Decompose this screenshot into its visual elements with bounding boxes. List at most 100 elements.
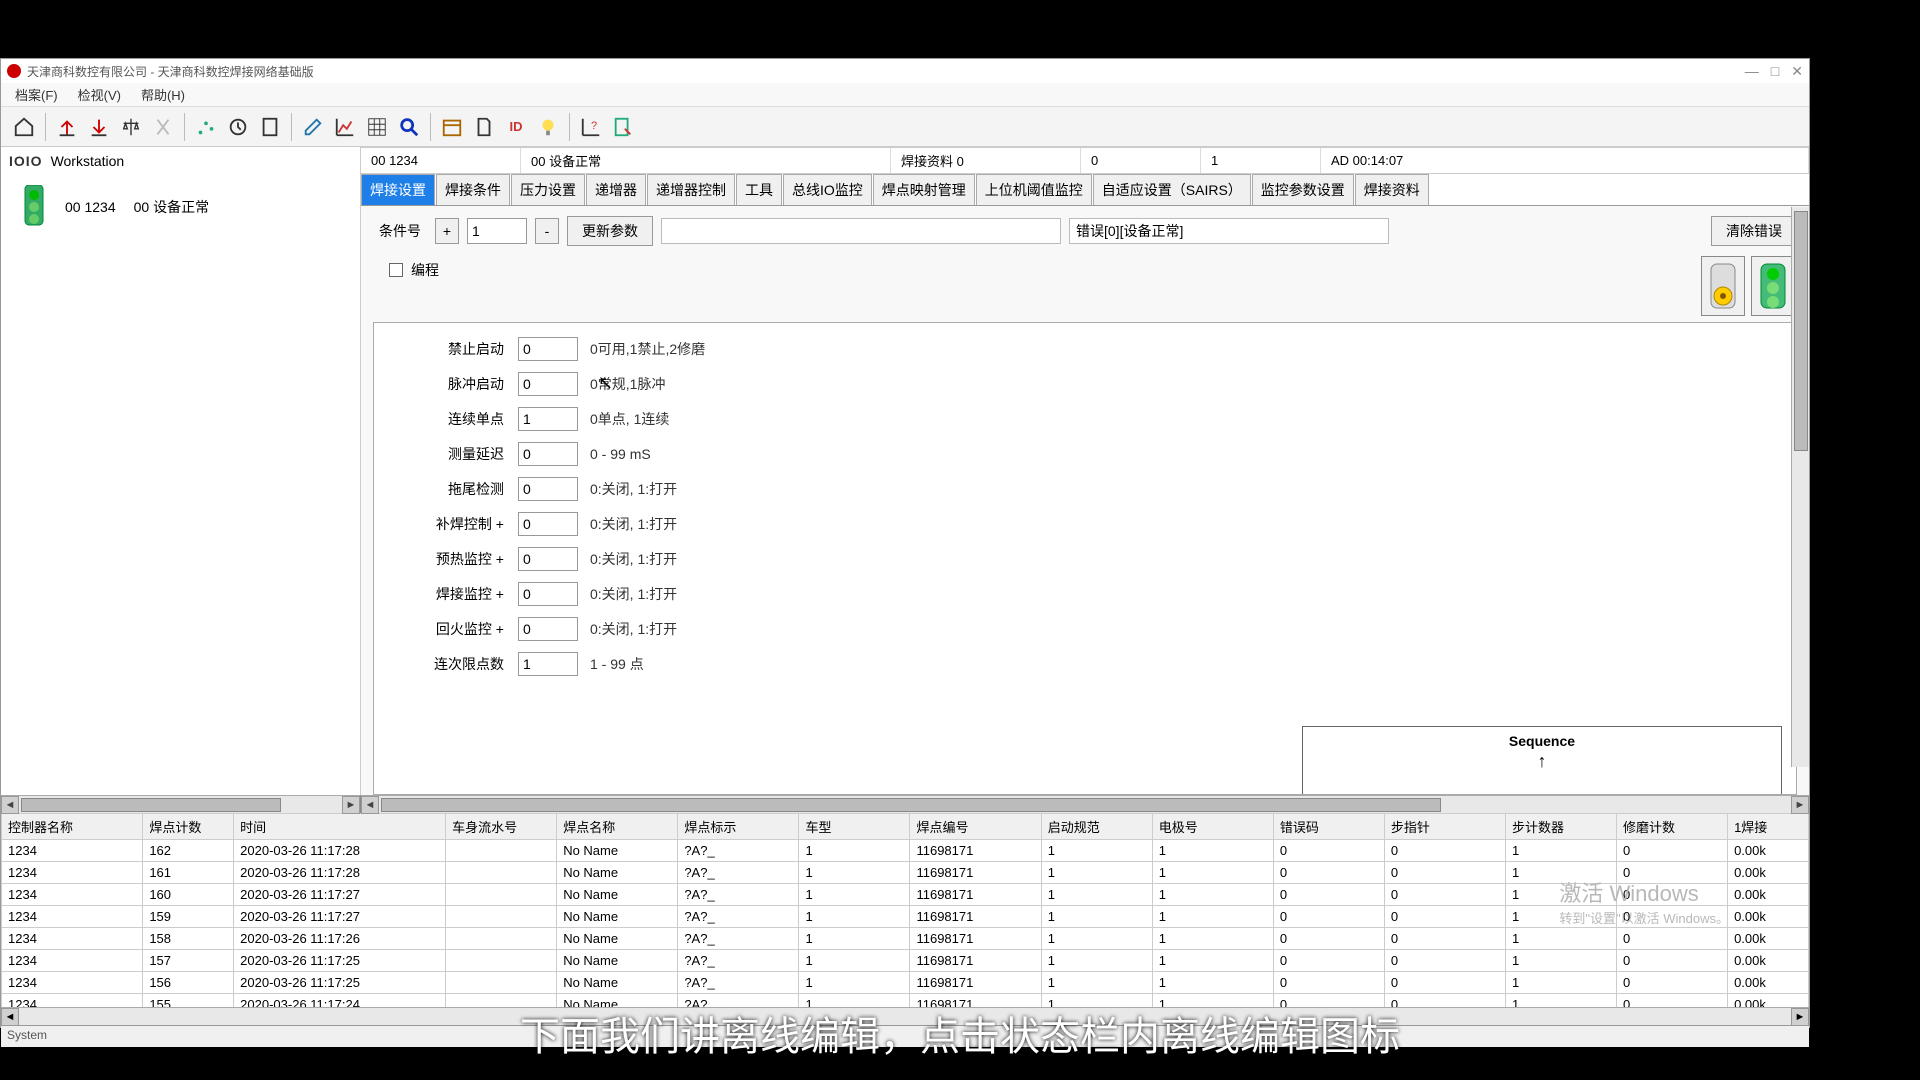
table-cell: [446, 862, 557, 884]
scroll-left-icon[interactable]: ◄: [361, 796, 379, 814]
tab-2[interactable]: 压力设置: [511, 174, 585, 205]
workstation-node[interactable]: 00 1234 00 设备正常: [1, 175, 360, 239]
tab-11[interactable]: 焊接资料: [1355, 174, 1429, 205]
menu-file[interactable]: 档案(F): [5, 85, 68, 104]
form-row-6: 预热监控 +0:关闭, 1:打开: [390, 547, 1780, 571]
form-input-1[interactable]: [518, 372, 578, 396]
scroll-right-icon[interactable]: ►: [342, 796, 360, 814]
table-header[interactable]: 焊点名称: [557, 814, 678, 840]
signal-yellow-icon[interactable]: [1701, 256, 1745, 316]
bulb-icon[interactable]: [533, 111, 563, 143]
form-input-2[interactable]: [518, 407, 578, 431]
id-icon[interactable]: ID: [501, 111, 531, 143]
table-cell: 1234: [2, 906, 143, 928]
form-input-5[interactable]: [518, 512, 578, 536]
table-header[interactable]: 时间: [234, 814, 446, 840]
table-row[interactable]: 12341612020-03-26 11:17:28No Name?A?_111…: [2, 862, 1809, 884]
table-header[interactable]: 焊点编号: [910, 814, 1041, 840]
table-row[interactable]: 12341562020-03-26 11:17:25No Name?A?_111…: [2, 972, 1809, 994]
maximize-button[interactable]: □: [1771, 63, 1779, 80]
clear-error-button[interactable]: 清除错误: [1711, 216, 1797, 246]
download-icon[interactable]: [84, 111, 114, 143]
form-input-9[interactable]: [518, 652, 578, 676]
table-header[interactable]: 焊点计数: [143, 814, 234, 840]
main-h-scroll[interactable]: ◄ ►: [361, 795, 1809, 813]
upload-icon[interactable]: [52, 111, 82, 143]
table-cell: 0: [1384, 906, 1505, 928]
form-input-4[interactable]: [518, 477, 578, 501]
table-header[interactable]: 启动规范: [1041, 814, 1152, 840]
programming-checkbox[interactable]: [389, 263, 403, 277]
table-cell: 158: [143, 928, 234, 950]
table-cell: 0: [1384, 884, 1505, 906]
form-row-8: 回火监控 +0:关闭, 1:打开: [390, 617, 1780, 641]
scroll-left-icon[interactable]: ◄: [1, 796, 19, 814]
tab-0[interactable]: 焊接设置: [361, 174, 435, 205]
table-header[interactable]: 控制器名称: [2, 814, 143, 840]
paper-icon[interactable]: [255, 111, 285, 143]
note-edit-icon[interactable]: [608, 111, 638, 143]
balance-icon[interactable]: [116, 111, 146, 143]
status-n1: 0: [1081, 148, 1201, 173]
document-icon[interactable]: [469, 111, 499, 143]
table-cell: 1: [1152, 972, 1273, 994]
table-row[interactable]: 12341602020-03-26 11:17:27No Name?A?_111…: [2, 884, 1809, 906]
sidebar-h-scroll[interactable]: ◄ ►: [1, 795, 361, 813]
table-header[interactable]: 车型: [799, 814, 910, 840]
table-header[interactable]: 1焊接: [1728, 814, 1809, 840]
search-icon[interactable]: [394, 111, 424, 143]
signal-green-icon[interactable]: [1751, 256, 1795, 316]
menu-help[interactable]: 帮助(H): [131, 85, 195, 104]
menu-view[interactable]: 检视(V): [68, 85, 131, 104]
table-row[interactable]: 12341622020-03-26 11:17:28No Name?A?_111…: [2, 840, 1809, 862]
status-time: AD 00:14:07: [1321, 148, 1809, 173]
table-header[interactable]: 修磨计数: [1617, 814, 1728, 840]
tab-1[interactable]: 焊接条件: [436, 174, 510, 205]
table-row[interactable]: 12341572020-03-26 11:17:25No Name?A?_111…: [2, 950, 1809, 972]
tab-4[interactable]: 递增器控制: [647, 174, 735, 205]
main-v-scroll[interactable]: [1791, 207, 1809, 767]
tab-3[interactable]: 递增器: [586, 174, 646, 205]
table-header[interactable]: 步指针: [1384, 814, 1505, 840]
table-header[interactable]: 步计数器: [1506, 814, 1617, 840]
tab-5[interactable]: 工具: [736, 174, 782, 205]
scroll-right-icon[interactable]: ►: [1791, 796, 1809, 814]
update-params-button[interactable]: 更新参数: [567, 216, 653, 246]
table-row[interactable]: 12341592020-03-26 11:17:27No Name?A?_111…: [2, 906, 1809, 928]
home-icon[interactable]: [9, 111, 39, 143]
clock-icon[interactable]: [223, 111, 253, 143]
table-header[interactable]: 车身流水号: [446, 814, 557, 840]
table-header[interactable]: 错误码: [1273, 814, 1384, 840]
form-input-0[interactable]: [518, 337, 578, 361]
grid-search-icon[interactable]: [362, 111, 392, 143]
tab-10[interactable]: 监控参数设置: [1252, 174, 1354, 205]
table-header[interactable]: 焊点标示: [678, 814, 799, 840]
cond-minus-button[interactable]: -: [535, 218, 559, 244]
table-cell: 0: [1617, 840, 1728, 862]
form-input-8[interactable]: [518, 617, 578, 641]
condition-input[interactable]: [467, 218, 527, 244]
chart-icon[interactable]: [330, 111, 360, 143]
cond-plus-button[interactable]: +: [435, 218, 459, 244]
tab-7[interactable]: 焊点映射管理: [873, 174, 975, 205]
table-cell: 0: [1384, 840, 1505, 862]
form-input-7[interactable]: [518, 582, 578, 606]
close-button[interactable]: ✕: [1791, 63, 1803, 80]
form-input-6[interactable]: [518, 547, 578, 571]
table-header[interactable]: 电极号: [1152, 814, 1273, 840]
calendar-icon[interactable]: [437, 111, 467, 143]
tab-6[interactable]: 总线IO监控: [783, 174, 872, 205]
table-row[interactable]: 12341582020-03-26 11:17:26No Name?A?_111…: [2, 928, 1809, 950]
form-input-3[interactable]: [518, 442, 578, 466]
table-cell: 1234: [2, 972, 143, 994]
scatter-icon[interactable]: [191, 111, 221, 143]
edit-icon[interactable]: [298, 111, 328, 143]
tab-9[interactable]: 自适应设置（SAIRS）: [1093, 174, 1251, 205]
table-cell: 2020-03-26 11:17:28: [234, 862, 446, 884]
minimize-button[interactable]: —: [1745, 63, 1759, 80]
tab-8[interactable]: 上位机阈值监控: [976, 174, 1092, 205]
table-cell: 2020-03-26 11:17:27: [234, 884, 446, 906]
form-row-4: 拖尾检测0:关闭, 1:打开: [390, 477, 1780, 501]
arrow-up-icon: ↑: [1538, 751, 1547, 772]
chart-help-icon[interactable]: ?: [576, 111, 606, 143]
